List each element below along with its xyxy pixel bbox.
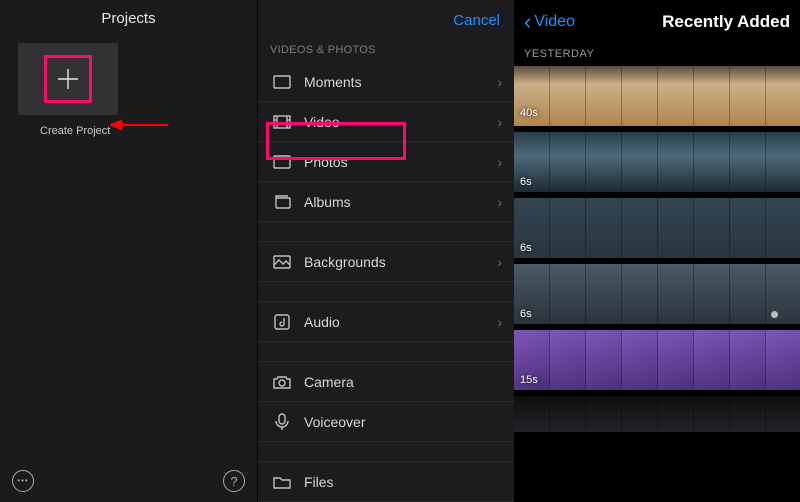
- clip-duration: 40s: [520, 107, 538, 119]
- video-clip[interactable]: 6s: [514, 198, 800, 258]
- clip-duration: 15s: [520, 374, 538, 386]
- row-photos[interactable]: Photos ›: [258, 142, 514, 182]
- projects-title: Projects: [0, 0, 257, 43]
- back-label: Video: [534, 13, 575, 31]
- question-icon: ?: [230, 474, 237, 489]
- clip-duration: 6s: [520, 242, 532, 254]
- plus-icon: [54, 65, 82, 93]
- create-project-tile[interactable]: [18, 43, 118, 115]
- chevron-right-icon: ›: [497, 194, 502, 210]
- clip-duration: 6s: [520, 308, 532, 320]
- video-clip[interactable]: 40s: [514, 66, 800, 126]
- row-video[interactable]: Video ›: [258, 102, 514, 142]
- chevron-right-icon: ›: [497, 254, 502, 270]
- media-picker-header: Cancel: [258, 0, 514, 40]
- row-albums[interactable]: Albums ›: [258, 182, 514, 222]
- section-header-videos-photos: VIDEOS & PHOTOS: [258, 40, 514, 62]
- help-button[interactable]: ?: [223, 470, 245, 492]
- video-clip[interactable]: 6s: [514, 264, 800, 324]
- row-label: Photos: [304, 154, 348, 170]
- chevron-right-icon: ›: [497, 314, 502, 330]
- chevron-right-icon: ›: [497, 154, 502, 170]
- camera-icon: [270, 375, 294, 389]
- row-files[interactable]: Files: [258, 462, 514, 502]
- video-clip[interactable]: 6s: [514, 132, 800, 192]
- video-clip[interactable]: 15s: [514, 330, 800, 390]
- row-label: Backgrounds: [304, 254, 386, 270]
- row-voiceover[interactable]: Voiceover: [258, 402, 514, 442]
- photo-icon: [270, 155, 294, 169]
- more-button[interactable]: •••: [12, 470, 34, 492]
- moments-icon: [270, 75, 294, 89]
- clip-duration: 6s: [520, 176, 532, 188]
- microphone-icon: [270, 413, 294, 431]
- folder-icon: [270, 475, 294, 489]
- row-label: Moments: [304, 74, 362, 90]
- annotation-arrow-icon: [110, 118, 170, 132]
- chevron-right-icon: ›: [497, 114, 502, 130]
- thumbnail-list: 40s 6s 6s 6s 15s: [514, 66, 800, 502]
- row-label: Camera: [304, 374, 354, 390]
- row-moments[interactable]: Moments ›: [258, 62, 514, 102]
- create-project-highlight: [44, 55, 92, 103]
- row-label: Albums: [304, 194, 351, 210]
- backgrounds-icon: [270, 255, 294, 269]
- video-clip[interactable]: [514, 396, 800, 432]
- row-label: Voiceover: [304, 414, 365, 430]
- row-camera[interactable]: Camera: [258, 362, 514, 402]
- albums-icon: [270, 195, 294, 209]
- chevron-right-icon: ›: [497, 74, 502, 90]
- media-picker-panel: Cancel VIDEOS & PHOTOS Moments › Video ›…: [257, 0, 514, 502]
- selection-dot-icon: [771, 311, 778, 318]
- cancel-button[interactable]: Cancel: [453, 12, 500, 29]
- media-grid-header: ‹ Video Recently Added: [514, 0, 800, 44]
- film-icon: [270, 115, 294, 129]
- row-label: Video: [304, 114, 340, 130]
- row-audio[interactable]: Audio ›: [258, 302, 514, 342]
- projects-panel: Projects Create Project ••• ?: [0, 0, 257, 502]
- audio-icon: [270, 314, 294, 330]
- row-backgrounds[interactable]: Backgrounds ›: [258, 242, 514, 282]
- media-grid-panel: ‹ Video Recently Added YESTERDAY 40s 6s …: [514, 0, 800, 502]
- back-button[interactable]: ‹ Video: [524, 13, 575, 31]
- page-title: Recently Added: [662, 12, 790, 32]
- section-header-yesterday: YESTERDAY: [514, 44, 800, 66]
- row-label: Audio: [304, 314, 340, 330]
- row-label: Files: [304, 474, 334, 490]
